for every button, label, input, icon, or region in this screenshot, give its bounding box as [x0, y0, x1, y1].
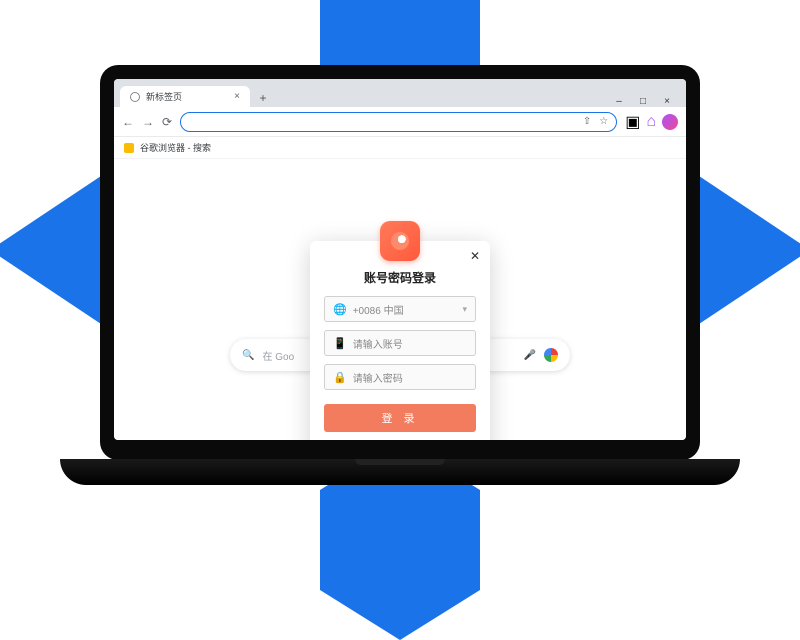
search-icon: 🔍 [242, 350, 254, 361]
profile-avatar[interactable] [662, 114, 678, 130]
globe-icon: 🌐 [333, 303, 347, 316]
bookmark-item[interactable]: 谷歌浏览器 - 搜索 [140, 141, 211, 154]
tab-bar: 新标签页 × + – □ × [114, 79, 686, 107]
search-placeholder: 在 Goo [262, 348, 294, 363]
mic-icon[interactable]: 🎤 [524, 350, 536, 361]
account-placeholder: 请输入账号 [353, 336, 403, 351]
close-icon[interactable]: ✕ [470, 249, 480, 263]
tab-title: 新标签页 [146, 90, 182, 103]
login-dialog: ✕ 账号密码登录 🌐 +0086 中国 ▾ 📱 请输入账号 🔒 请输入密码 [310, 241, 490, 440]
login-button[interactable]: 登 录 [324, 404, 476, 432]
chevron-down-icon: ▾ [462, 304, 467, 315]
country-value: +0086 中国 [353, 302, 404, 317]
page-content: 🔍 在 Goo 🎤 ✕ 账号密码登录 🌐 +0086 中国 ▾ � [114, 159, 686, 440]
lock-icon: 🔒 [333, 371, 347, 384]
password-placeholder: 请输入密码 [353, 370, 403, 385]
country-code-select[interactable]: 🌐 +0086 中国 ▾ [324, 296, 476, 322]
home-icon[interactable]: ⌂ [646, 113, 656, 131]
laptop-frame: 新标签页 × + – □ × ← → ⟳ ⇧ ☆ [100, 65, 700, 485]
minimize-button[interactable]: – [614, 96, 624, 107]
bookmarks-bar: 谷歌浏览器 - 搜索 [114, 137, 686, 159]
close-window-button[interactable]: × [662, 96, 672, 107]
bookmark-star-icon[interactable]: ☆ [599, 116, 608, 127]
address-bar[interactable]: ⇧ ☆ [180, 112, 617, 132]
share-icon[interactable]: ⇧ [583, 116, 591, 127]
back-button[interactable]: ← [122, 115, 134, 129]
browser-window: 新标签页 × + – □ × ← → ⟳ ⇧ ☆ [114, 79, 686, 440]
bookmark-favicon [124, 143, 134, 153]
new-tab-button[interactable]: + [254, 89, 272, 107]
tab-close-icon[interactable]: × [234, 91, 240, 102]
account-input[interactable]: 📱 请输入账号 [324, 330, 476, 356]
dialog-title: 账号密码登录 [324, 269, 476, 286]
forward-button[interactable]: → [142, 115, 154, 129]
maximize-button[interactable]: □ [638, 96, 648, 107]
reload-button[interactable]: ⟳ [162, 115, 172, 129]
toolbar: ← → ⟳ ⇧ ☆ ▣ ⌂ [114, 107, 686, 137]
phone-icon: 📱 [333, 337, 347, 350]
tab-favicon [130, 92, 140, 102]
password-input[interactable]: 🔒 请输入密码 [324, 364, 476, 390]
laptop-base [60, 459, 740, 485]
app-logo-icon [380, 221, 420, 261]
window-controls: – □ × [614, 96, 680, 107]
browser-tab[interactable]: 新标签页 × [120, 86, 250, 107]
lens-icon[interactable] [544, 348, 558, 362]
extensions-icon[interactable]: ▣ [625, 112, 640, 132]
